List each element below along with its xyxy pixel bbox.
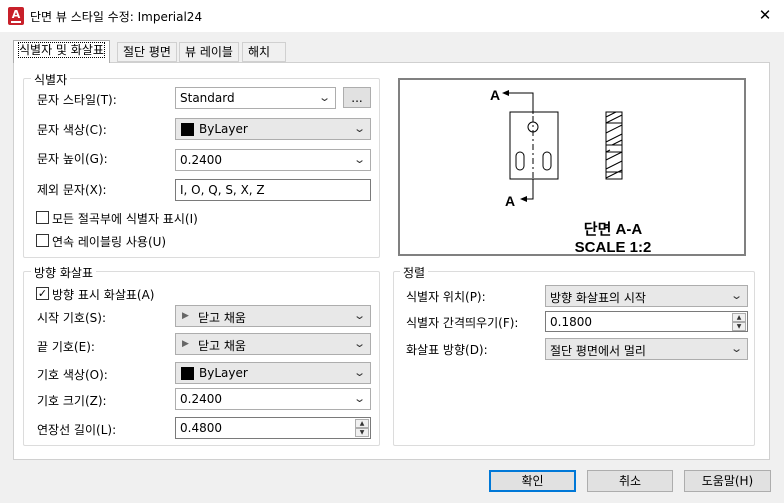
spin-down-button[interactable]: ▼: [355, 428, 369, 437]
arrowhead-icon: ▶: [182, 311, 189, 321]
symbol-color-value: ByLayer: [199, 366, 248, 380]
text-style-label: 문자 스타일(T):: [37, 93, 117, 107]
part-slot-right: [542, 151, 552, 171]
extension-length-spinner[interactable]: 0.4800 ▲ ▼: [175, 417, 371, 439]
chevron-down-icon: ⌄: [352, 337, 366, 350]
symbol-color-dropdown[interactable]: ByLayer ⌄: [175, 362, 371, 384]
ok-button[interactable]: 확인: [489, 470, 576, 492]
text-color-dropdown[interactable]: ByLayer ⌄: [175, 118, 371, 140]
preview-panel: A A 단면 A-A SCALE 1:2: [398, 78, 746, 256]
help-button[interactable]: 도움말(H): [684, 470, 771, 492]
tab-view-label[interactable]: 뷰 레이블: [179, 42, 239, 62]
color-swatch: [181, 123, 194, 136]
exclude-chars-label: 제외 문자(X):: [37, 183, 107, 197]
part-slot-left: [515, 151, 525, 171]
symbol-color-label: 기호 색상(O):: [37, 368, 108, 382]
autocad-app-icon: A: [8, 7, 24, 25]
start-symbol-value: 닫고 채움: [198, 311, 246, 325]
symbol-size-value: 0.2400: [180, 392, 222, 406]
text-color-value: ByLayer: [199, 122, 248, 136]
arrow-direction-dropdown[interactable]: 절단 평면에서 멀리 ⌄: [545, 338, 748, 360]
scale-text: SCALE 1:2: [575, 239, 652, 254]
end-symbol-dropdown[interactable]: ▶ 닫고 채움 ⌄: [175, 333, 371, 355]
tab-identifier-arrows[interactable]: 식별자 및 화살표: [13, 40, 110, 63]
window-title: 단면 뷰 스타일 수정: Imperial24: [30, 10, 203, 24]
text-color-label: 문자 색상(C):: [37, 123, 107, 137]
extension-length-value: 0.4800: [180, 421, 222, 435]
section-view-preview-drawing: A A 단면 A-A SCALE 1:2: [490, 87, 652, 256]
identifier-a-top: A: [490, 87, 500, 103]
spin-up-button[interactable]: ▲: [355, 419, 369, 428]
cancel-button[interactable]: 취소: [587, 470, 673, 492]
text-style-dropdown[interactable]: Standard ⌄: [175, 87, 336, 109]
show-all-bends-label: 모든 절곡부에 식별자 표시(I): [52, 212, 198, 226]
id-position-dropdown[interactable]: 방향 화살표의 시작 ⌄: [545, 285, 748, 307]
arrow-direction-label: 화살표 방향(D):: [406, 343, 488, 357]
extension-length-label: 연장선 길이(L):: [37, 423, 117, 437]
text-height-label: 문자 높이(G):: [37, 152, 108, 166]
start-symbol-dropdown[interactable]: ▶ 닫고 채움 ⌄: [175, 305, 371, 327]
cutting-line-top: [506, 92, 534, 114]
chevron-down-icon: ⌄: [352, 392, 366, 405]
continuous-labeling-label: 연속 레이블링 사용(U): [52, 235, 167, 249]
symbol-size-label: 기호 크기(Z):: [37, 394, 107, 408]
cutting-line-bottom: [522, 179, 534, 200]
section-hatched-part: [605, 111, 623, 180]
symbol-size-combo[interactable]: 0.2400 ⌄: [175, 388, 371, 410]
close-button[interactable]: ✕: [746, 0, 784, 30]
arrowhead-icon: ▶: [182, 339, 189, 349]
text-height-combo[interactable]: 0.2400 ⌄: [175, 149, 371, 171]
show-arrows-label: 방향 표시 화살표(A): [52, 288, 155, 302]
end-symbol-label: 끝 기호(E):: [37, 340, 95, 354]
color-swatch: [181, 367, 194, 380]
spin-up-button[interactable]: ▲: [732, 313, 746, 322]
show-all-bends-checkbox[interactable]: [36, 211, 49, 224]
chevron-down-icon: ⌄: [352, 153, 366, 166]
id-offset-value: 0.1800: [550, 315, 592, 329]
show-arrows-checkbox[interactable]: ✓: [36, 287, 49, 300]
id-offset-spinner[interactable]: 0.1800 ▲ ▼: [545, 311, 748, 332]
identifier-a-bottom: A: [505, 193, 515, 209]
text-style-value: Standard: [180, 91, 235, 105]
identifier-group-title: 식별자: [31, 71, 71, 88]
chevron-down-icon: ⌄: [317, 91, 331, 104]
spin-down-button[interactable]: ▼: [732, 322, 746, 331]
chevron-down-icon: ⌄: [352, 366, 366, 379]
direction-arrows-group-title: 방향 화살표: [31, 264, 97, 281]
start-symbol-label: 시작 기호(S):: [37, 311, 106, 325]
arrowhead-bottom: [520, 196, 527, 202]
section-title-text: 단면 A-A: [584, 221, 643, 238]
id-position-label: 식별자 위치(P):: [406, 290, 486, 304]
chevron-down-icon: ⌄: [352, 122, 366, 135]
exclude-chars-value: I, O, Q, S, X, Z: [180, 183, 265, 197]
id-position-value: 방향 화살표의 시작: [550, 291, 646, 305]
chevron-down-icon: ⌄: [729, 289, 743, 302]
exclude-chars-input[interactable]: I, O, Q, S, X, Z: [175, 179, 371, 201]
arrowhead-top: [502, 90, 509, 96]
continuous-labeling-checkbox[interactable]: [36, 234, 49, 247]
tab-hatch[interactable]: 해치: [242, 42, 286, 62]
chevron-down-icon: ⌄: [352, 309, 366, 322]
chevron-down-icon: ⌄: [729, 342, 743, 355]
id-offset-label: 식별자 간격띄우기(F):: [406, 316, 519, 330]
text-style-browse-button[interactable]: ...: [343, 87, 371, 108]
arrow-direction-value: 절단 평면에서 멀리: [550, 344, 646, 358]
text-height-value: 0.2400: [180, 153, 222, 167]
end-symbol-value: 닫고 채움: [198, 339, 246, 353]
checkmark-icon: ✓: [37, 287, 48, 300]
alignment-group-title: 정렬: [400, 264, 429, 281]
tab-cutting-plane[interactable]: 절단 평면: [117, 42, 177, 62]
